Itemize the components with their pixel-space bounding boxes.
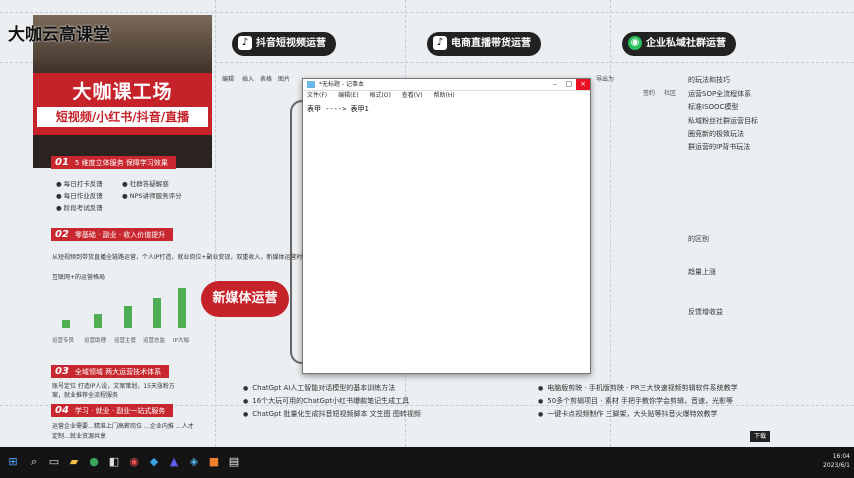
branch-text: 私域粉丝社群运营目标: [688, 117, 758, 125]
grid-line: [215, 0, 216, 447]
app-icon[interactable]: ▲: [167, 455, 181, 469]
bar-5: [178, 288, 186, 328]
bar-4: [153, 298, 161, 328]
notepad-taskbar-icon[interactable]: ▤: [227, 455, 241, 469]
windows-start-icon[interactable]: ⊞: [6, 455, 20, 469]
close-icon[interactable]: ×: [576, 79, 590, 90]
bar-label: IP大咖: [173, 338, 189, 344]
section-02: 02 零基础 · 副业 · 收入价值提升: [51, 228, 174, 241]
promo-title: 大咖课工场: [72, 81, 173, 103]
grid-line: [0, 12, 854, 13]
pill-douyin-video[interactable]: ♪ 抖音短视频运营: [232, 32, 336, 56]
bullet-item: ● 社群答疑解惑: [122, 180, 169, 188]
doc-toolbar-item[interactable]: 编辑: [222, 74, 234, 83]
watermark: 大咖云高课堂: [8, 25, 110, 45]
bottom-bullet: 电脑版剪映 · 手机版剪映 · PR三大快速视频剪辑软件系统教学: [538, 383, 737, 393]
bar-label: 运营助理: [84, 338, 107, 344]
app-icon[interactable]: ◉: [127, 455, 141, 469]
bar-label: 运营专员: [52, 338, 75, 344]
app-icon[interactable]: ■: [207, 455, 221, 469]
bottom-bullet: 一键卡点视频制作 三脚架，大头贴等抖音火爆特效教学: [538, 409, 717, 419]
wechat-icon: ◉: [628, 36, 642, 50]
menu-format[interactable]: 格式(O): [369, 92, 390, 99]
mindmap-center-node[interactable]: 新媒体运营: [201, 281, 289, 317]
maximize-icon[interactable]: □: [562, 79, 576, 90]
notepad-app-icon: [307, 81, 315, 88]
download-button[interactable]: 下载: [750, 431, 770, 442]
clock-time: 16:04: [832, 453, 850, 460]
task-view-icon[interactable]: ▭: [47, 455, 61, 469]
paragraph-line: 账号定位 打造IP人设，文案策划，15天涨粉方: [52, 383, 175, 390]
taskbar: ⊞ ⌕ ▭ ▰ ● ◧ ◉ ◆ ▲ ◈ ■ ▤ 16:04 2023/6/1: [0, 447, 854, 478]
branch-text: 标准ISOOC模型: [688, 103, 739, 111]
branch-text: 运营SOP全流程体系: [688, 90, 752, 98]
notepad-menubar: 文件(F) 编辑(E) 格式(O) 查看(V) 帮助(H): [303, 91, 590, 101]
doc-toolbar-item[interactable]: 签约: [643, 88, 655, 97]
bottom-bullet: 50多个剪辑项目 · 素材 手把手教你学会剪辑，音速，光影等: [538, 396, 733, 406]
bottom-bullet: 16个大玩可用的ChatGpt小红书爆款笔记生成工具: [243, 396, 409, 406]
bullet-item: ● 每日作业反馈: [56, 192, 103, 200]
branch-text: 的玩法和技巧: [688, 76, 730, 84]
notepad-title: *无标题 - 记事本: [319, 81, 364, 88]
menu-view[interactable]: 查看(V): [402, 92, 423, 99]
paragraph-line: 运营企业需要…精准上门高薪岗位 …企业内推 …人才: [52, 423, 194, 430]
bar-2: [94, 314, 102, 328]
app-icon[interactable]: ◧: [107, 455, 121, 469]
doc-toolbar-item[interactable]: 图片: [278, 74, 290, 83]
branch-text: 趋量上涨: [688, 268, 716, 276]
branch-text: 群运营的IP背书玩法: [688, 143, 751, 151]
promo-tags: 短视频/小红书/抖音/直播: [37, 107, 208, 127]
branch-text: 反馈增收益: [688, 308, 723, 316]
bottom-bullet: ChatGpt AI人工智能对话模型的基本训练方法: [243, 383, 395, 393]
app-icon[interactable]: ◆: [147, 455, 161, 469]
bottom-bullet: ChatGpt 批量化生成抖音短视频脚本 文生图 图转视频: [243, 409, 421, 419]
section-03: 03 全域领域 两大运营技术体系: [51, 365, 170, 378]
pill-ecommerce-live[interactable]: ♪ 电商直播带货运营: [427, 32, 541, 56]
bar-3: [124, 306, 132, 328]
browser-icon[interactable]: ●: [87, 455, 101, 469]
bullet-item: ● NPS讲师服务评分: [122, 192, 182, 200]
search-icon[interactable]: ⌕: [27, 455, 41, 469]
tiktok-icon: ♪: [238, 36, 252, 50]
pill-private-community[interactable]: ◉ 企业私域社群运营: [622, 32, 736, 56]
doc-toolbar-item[interactable]: 社区: [664, 88, 676, 97]
doc-toolbar-item[interactable]: 表格: [260, 74, 272, 83]
branch-text: 圈竞新的极致玩法: [688, 130, 744, 138]
bar-label: 运营总监: [143, 338, 166, 344]
notepad-titlebar[interactable]: *无标题 - 记事本 – □ ×: [303, 79, 590, 91]
section-04: 04 学习 · 就业 · 副业一站式服务: [51, 404, 174, 417]
tiktok-icon: ♪: [433, 36, 447, 50]
bullet-item: ● 每日打卡反馈: [56, 180, 103, 188]
paragraph-line: 从短视频到带货直播全链路运营，个人IP打造，就业岗位+副业变现，双重收入，新媒体…: [52, 254, 309, 261]
branch-text: 的区别: [688, 235, 709, 243]
doc-toolbar-item[interactable]: 插入: [242, 74, 254, 83]
notepad-text-area[interactable]: 表甲 ----> 表甲1: [304, 101, 589, 372]
bullet-item: ● 阶段考试反馈: [56, 204, 103, 212]
taskbar-clock[interactable]: 16:04 2023/6/1: [823, 452, 850, 470]
minimize-icon[interactable]: –: [548, 79, 562, 90]
menu-file[interactable]: 文件(F): [307, 92, 327, 99]
grid-line: [610, 0, 611, 447]
menu-help[interactable]: 帮助(H): [434, 92, 455, 99]
doc-toolbar-item[interactable]: 导出为: [596, 74, 614, 83]
paragraph-line: 案，就业推荐全流程服务: [52, 392, 119, 399]
app-icon[interactable]: ◈: [187, 455, 201, 469]
file-explorer-icon[interactable]: ▰: [67, 455, 81, 469]
clock-date: 2023/6/1: [823, 462, 850, 469]
section-01: 01 5 维度立体服务 保障学习效果: [51, 156, 176, 169]
notepad-window: *无标题 - 记事本 – □ × 文件(F) 编辑(E) 格式(O) 查看(V)…: [302, 78, 591, 374]
paragraph-line: 定制…就业资源共享: [52, 433, 107, 440]
paragraph-line: 互联网+的运营格局: [52, 274, 106, 281]
bar-1: [62, 320, 70, 328]
menu-edit[interactable]: 编辑(E): [338, 92, 358, 99]
bar-label: 运营主管: [114, 338, 137, 344]
